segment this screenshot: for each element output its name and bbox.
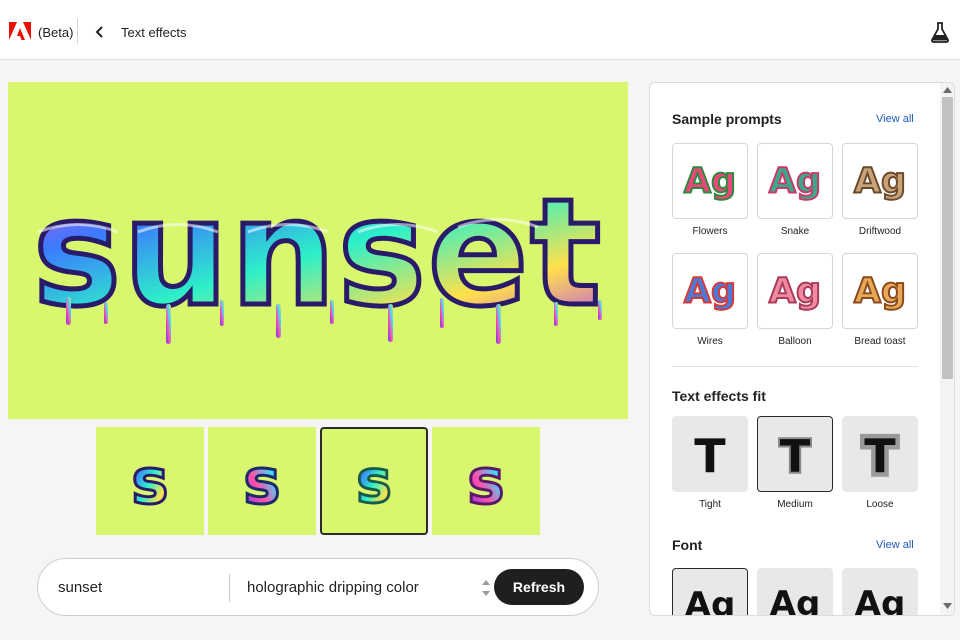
section-divider [672,366,918,367]
svg-text:s: s [132,445,169,518]
font-title: Font [672,537,703,553]
sample-prompts-view-all-link[interactable]: View all [876,113,914,125]
sample-prompts-title: Sample prompts [672,111,782,127]
fit-option-label: Medium [777,499,813,510]
app-header: (Beta) Text effects [0,0,960,60]
scroll-up-arrow-icon[interactable] [943,87,952,93]
sample-prompt-bread-toast[interactable]: Ag [842,253,918,329]
sample-prompt-snake[interactable]: Ag [757,143,833,219]
panel-scrollbar[interactable] [940,83,954,615]
font-option-3[interactable]: Ag [842,568,918,616]
svg-text:Ag: Ag [854,161,906,202]
sample-prompt-driftwood[interactable]: Ag [842,143,918,219]
variation-thumbnail-1[interactable]: s [96,427,204,535]
svg-text:T: T [694,429,726,483]
sample-prompt-wires[interactable]: Ag [672,253,748,329]
variation-thumbnail-2[interactable]: s [208,427,316,535]
font-preview: Ag [854,584,906,616]
sample-prompt-label: Snake [780,226,810,237]
sample-prompt-label: Bread toast [854,336,906,347]
svg-text:Ag: Ag [769,161,821,202]
chevron-left-icon[interactable] [93,24,107,40]
sample-prompt-flowers[interactable]: Ag [672,143,748,219]
variation-thumbnail-3[interactable]: s [320,427,428,535]
svg-text:Ag: Ag [684,271,736,312]
settings-panel: Sample prompts View all Ag Flowers Ag Sn… [649,82,955,616]
page-title: Text effects [121,25,187,40]
fit-option-loose[interactable]: T [842,416,918,492]
font-option-2[interactable]: Ag [757,568,833,616]
stepper-arrows-icon[interactable] [481,576,491,600]
refresh-button[interactable]: Refresh [494,569,584,605]
fit-option-label: Loose [866,499,894,510]
sample-prompt-label: Wires [697,336,723,347]
text-input[interactable] [58,579,223,596]
variation-thumbnail-4[interactable]: s [432,427,540,535]
svg-text:Ag: Ag [684,161,736,202]
fit-option-medium[interactable]: T [757,416,833,492]
font-preview: Ag [684,585,736,616]
beta-label: (Beta) [38,25,74,40]
svg-text:Ag: Ag [854,271,906,312]
adobe-logo-icon[interactable] [9,22,31,40]
sample-prompt-label: Driftwood [858,226,902,237]
sample-prompt-label: Balloon [778,336,812,347]
font-preview: Ag [769,584,821,616]
style-prompt-input[interactable] [247,579,477,596]
svg-text:s: s [356,448,392,517]
font-option-1[interactable]: Ag [672,568,748,616]
fit-option-tight[interactable]: T [672,416,748,492]
svg-text:T: T [780,430,811,483]
sunset-text-effect-image: sunset [30,165,604,344]
prompt-bar: Refresh [37,558,599,616]
sample-prompt-balloon[interactable]: Ag [757,253,833,329]
text-effects-fit-title: Text effects fit [672,388,766,404]
fit-option-label: Tight [699,499,721,510]
flask-icon[interactable] [930,21,950,43]
svg-text:T: T [864,429,896,483]
scroll-down-arrow-icon[interactable] [943,603,952,609]
scrollbar-thumb[interactable] [942,97,953,379]
font-view-all-link[interactable]: View all [876,539,914,551]
text-effect-canvas: sunset [8,82,628,419]
svg-text:s: s [468,445,505,518]
svg-text:Ag: Ag [769,271,821,312]
header-divider [77,18,78,44]
prompt-divider [229,574,230,602]
sample-prompt-label: Flowers [692,226,728,237]
svg-text:s: s [244,445,281,518]
canvas-word: sunset [33,167,603,339]
